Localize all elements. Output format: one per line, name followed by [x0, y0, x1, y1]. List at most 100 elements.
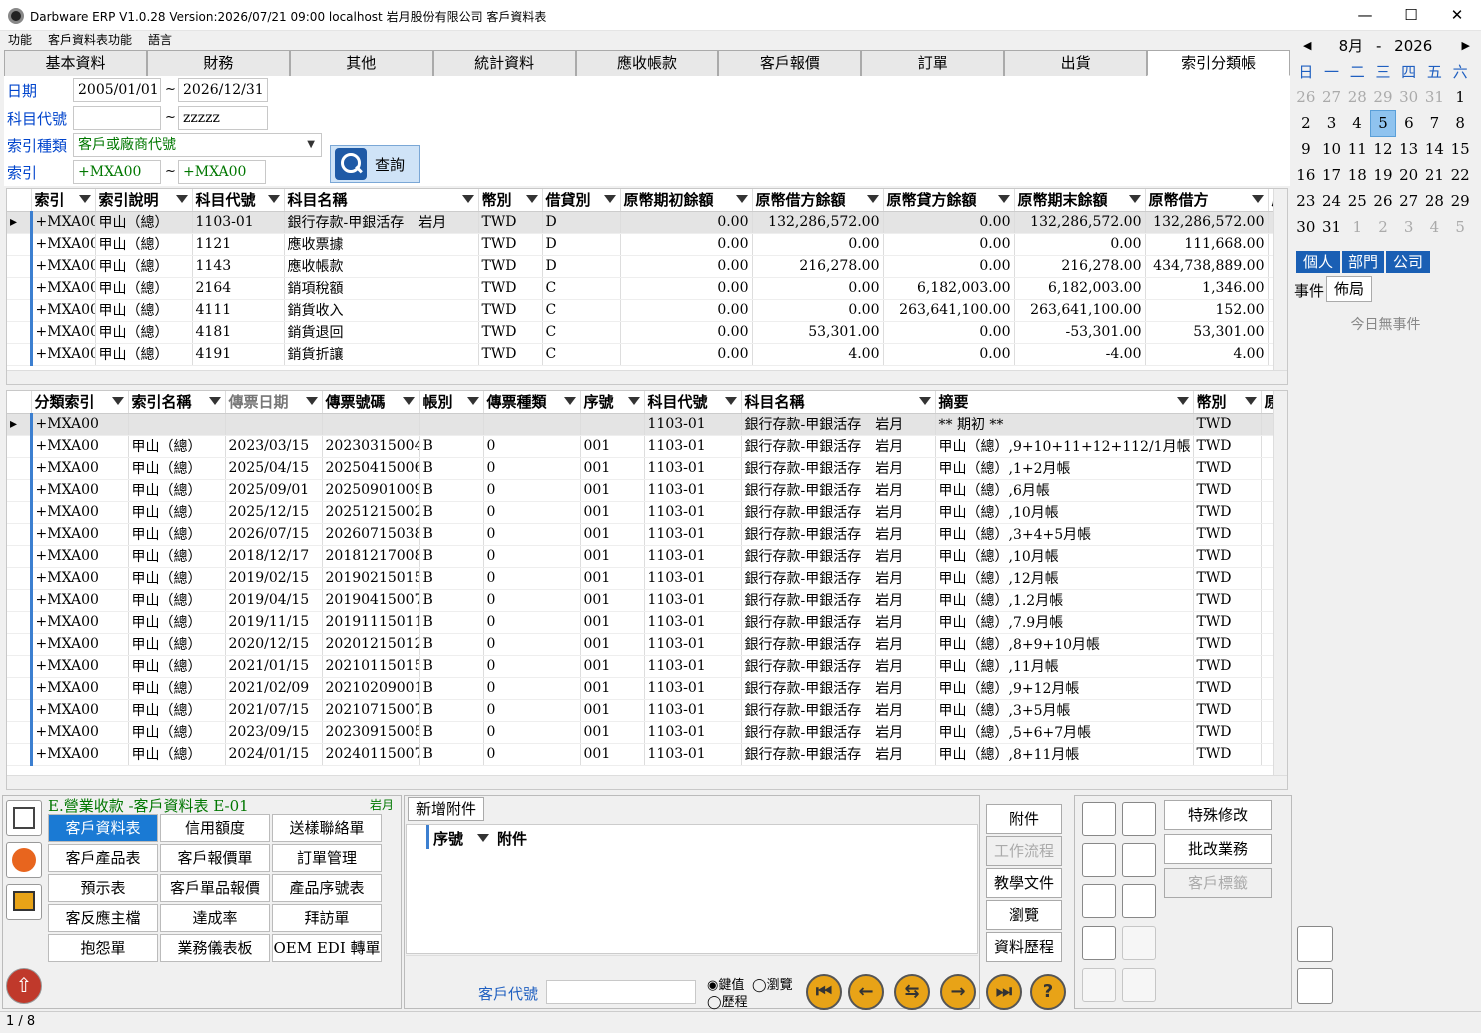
add-document-icon[interactable] [1082, 802, 1116, 836]
filter-icon[interactable] [267, 195, 280, 203]
row-selector[interactable] [7, 299, 33, 322]
table-row[interactable]: +MXA00 甲山（總） 2019/11/15 20191115011 B 0 001 110… [7, 611, 1275, 634]
table-row[interactable]: +MXA00 甲山（總） 2023/09/15 20230915005 B 0 001 110… [7, 721, 1275, 744]
detail-col-1[interactable]: 索引名稱 [128, 391, 226, 414]
calendar-day[interactable]: 11 [1344, 136, 1370, 162]
calendar-day[interactable]: 12 [1370, 136, 1396, 162]
tab-finance[interactable]: 財務 [146, 50, 290, 76]
signature-icon[interactable] [1082, 968, 1116, 1002]
table-row[interactable]: ▸ +MXA00 1103-01 銀行存款-甲銀活存 岩月 ** 期初 ** TWD [7, 413, 1275, 436]
table-row[interactable]: +MXA00 甲山（總） 1121 應收票據 TWD D 0.00 0.00 0.00 0.00 1… [7, 233, 1275, 256]
row-selector[interactable] [7, 633, 33, 656]
calendar-day[interactable]: 3 [1319, 110, 1345, 136]
ai-icon[interactable] [6, 884, 42, 920]
table-row[interactable]: +MXA00 甲山（總） 2025/09/01 20250901009 B 0 001 110… [7, 479, 1275, 502]
row-selector[interactable] [7, 523, 33, 546]
detail-col-7[interactable]: 科目代號 [644, 391, 742, 414]
add-attachment-button[interactable]: 新增附件 [408, 797, 484, 821]
calendar-month[interactable]: 8月 [1339, 37, 1364, 55]
filter-icon[interactable] [866, 195, 879, 203]
filter-icon[interactable] [997, 195, 1010, 203]
clipboard-icon[interactable] [1122, 884, 1156, 918]
calendar-day[interactable]: 19 [1370, 162, 1396, 188]
summary-col-5[interactable]: 借貸別 [542, 189, 621, 212]
table-row[interactable]: +MXA00 甲山（總） 2021/02/09 20210209001 B 0 001 110… [7, 677, 1275, 700]
row-selector[interactable] [7, 699, 33, 722]
module-button[interactable]: OEM EDI 轉單 [272, 934, 382, 962]
calendar-day[interactable]: 8 [1447, 110, 1473, 136]
filter-icon[interactable] [735, 195, 748, 203]
menu-language[interactable]: 語言 [148, 31, 172, 49]
table-row[interactable]: +MXA00 甲山（總） 1143 應收帳款 TWD D 0.00 216,278.00 0.0… [7, 255, 1275, 278]
filter-icon[interactable] [111, 397, 124, 405]
favorite-icon[interactable] [6, 800, 42, 836]
calendar-day[interactable]: 6 [1396, 110, 1422, 136]
tab-index-ledger[interactable]: 索引分類帳 [1147, 50, 1291, 76]
filter-icon[interactable] [1251, 195, 1264, 203]
module-button[interactable]: 信用額度 [160, 814, 270, 842]
calendar-next-button[interactable]: ▶ [1462, 34, 1470, 58]
module-button[interactable]: 達成率 [160, 904, 270, 932]
table-row[interactable]: +MXA00 甲山（總） 4181 銷貨退回 TWD C 0.00 53,301.00 0.00… [7, 321, 1275, 344]
row-selector[interactable] [7, 567, 33, 590]
row-selector[interactable] [7, 233, 33, 256]
scope-department-button[interactable]: 部門 [1342, 251, 1384, 273]
calendar-day[interactable]: 26 [1293, 84, 1319, 110]
filter-icon[interactable] [724, 397, 737, 405]
module-button[interactable]: 客戶報價單 [160, 844, 270, 872]
special-edit-button[interactable]: 特殊修改 [1164, 800, 1272, 830]
row-selector[interactable] [7, 721, 33, 744]
module-button[interactable]: 訂單管理 [272, 844, 382, 872]
summary-col-2[interactable]: 科目代號 [192, 189, 285, 212]
table-row[interactable]: +MXA00 甲山（總） 2020/12/15 20201215012 B 0 001 110… [7, 633, 1275, 656]
index-from-input[interactable]: +MXA00 [73, 160, 161, 184]
calendar-day[interactable]: 1 [1344, 214, 1370, 240]
detail-col-2[interactable]: 傳票日期 [225, 391, 323, 414]
calendar-day[interactable]: 5 [1447, 214, 1473, 240]
calendar-day[interactable]: 3 [1396, 214, 1422, 240]
filter-icon[interactable] [918, 397, 931, 405]
attachment-col-seq[interactable]: 序號 [433, 828, 463, 849]
tab-orders[interactable]: 訂單 [861, 50, 1005, 76]
filter-icon[interactable] [466, 397, 479, 405]
refresh-icon[interactable]: ⇆ [894, 974, 930, 1010]
detail-col-8[interactable]: 科目名稱 [741, 391, 936, 414]
filter-icon[interactable] [1128, 195, 1141, 203]
summary-col-8[interactable]: 原幣貸方餘額 [883, 189, 1015, 212]
filter-icon[interactable] [175, 195, 188, 203]
calendar-day[interactable]: 17 [1319, 162, 1345, 188]
filter-icon[interactable] [477, 834, 489, 842]
filter-icon[interactable] [1244, 397, 1257, 405]
filter-icon[interactable] [627, 397, 640, 405]
index-to-input[interactable]: +MXA00 [178, 160, 266, 184]
next-record-icon[interactable]: → [940, 974, 976, 1010]
calendar-day[interactable]: 30 [1293, 214, 1319, 240]
table-row[interactable]: +MXA00 甲山（總） 2025/12/15 20251215002 B 0 001 110… [7, 501, 1275, 524]
customer-tag-button[interactable]: 客戶標籤 [1164, 868, 1272, 898]
detail-col-4[interactable]: 帳別 [419, 391, 484, 414]
calendar-day[interactable]: 21 [1422, 162, 1448, 188]
calendar-day[interactable]: 30 [1396, 84, 1422, 110]
summary-col-7[interactable]: 原幣借方餘額 [752, 189, 884, 212]
calendar-day[interactable]: 1 [1447, 84, 1473, 110]
table-row[interactable]: +MXA00 甲山（總） 2021/01/15 20210115015 B 0 001 110… [7, 655, 1275, 678]
detail-horizontal-scrollbar[interactable] [7, 775, 1287, 789]
help-icon[interactable]: ? [1030, 974, 1066, 1010]
layout-button[interactable]: 佈局 [1326, 276, 1372, 302]
calendar-day[interactable]: 22 [1447, 162, 1473, 188]
summary-col-10[interactable]: 原幣借方 [1145, 189, 1269, 212]
module-button[interactable]: 客戶資料表 [48, 814, 158, 842]
filter-icon[interactable] [208, 397, 221, 405]
table-row[interactable]: +MXA00 甲山（總） 2021/07/15 20210715007 B 0 001 110… [7, 699, 1275, 722]
summary-col-4[interactable]: 幣別 [478, 189, 543, 212]
filter-icon[interactable] [1176, 397, 1189, 405]
filter-icon[interactable] [305, 397, 318, 405]
calendar-day[interactable]: 23 [1293, 188, 1319, 214]
module-button[interactable]: 業務儀表板 [160, 934, 270, 962]
detail-col-9[interactable]: 摘要 [935, 391, 1194, 414]
table-row[interactable]: +MXA00 甲山（總） 4111 銷貨收入 TWD C 0.00 0.00 263,641,1… [7, 299, 1275, 322]
row-selector[interactable] [7, 321, 33, 344]
summary-horizontal-scrollbar[interactable] [7, 370, 1287, 384]
filter-icon[interactable] [78, 195, 91, 203]
filter-icon[interactable] [563, 397, 576, 405]
